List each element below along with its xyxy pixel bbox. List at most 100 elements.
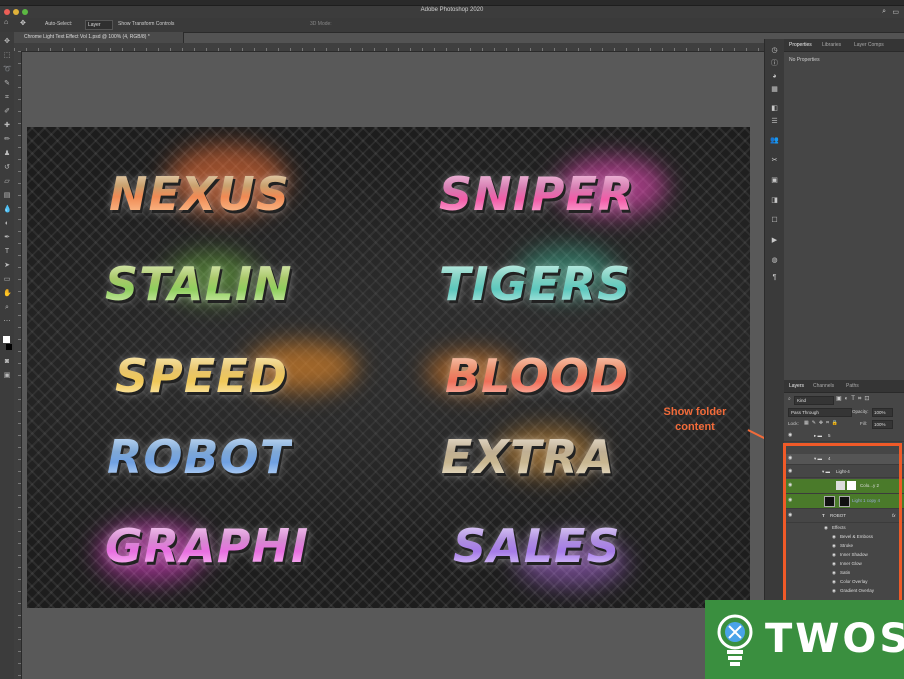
screen-mode-icon[interactable]: ▣ xyxy=(3,372,11,380)
people-icon[interactable]: 👥 xyxy=(770,137,779,145)
workspace-icon[interactable]: ▭ xyxy=(892,8,899,16)
foreground-color-swatch[interactable] xyxy=(3,336,10,343)
search-icon: ⌕ xyxy=(788,396,791,402)
zoom-icon[interactable]: ⌕ xyxy=(3,304,11,312)
chrome-text-robot: ROBOT xyxy=(107,430,293,484)
background-color-swatch[interactable] xyxy=(6,344,12,350)
layer-name: 5 xyxy=(828,433,831,438)
blend-mode-dropdown[interactable]: Pass Through xyxy=(788,408,852,417)
show-transform-controls-checkbox[interactable]: Show Transform Controls xyxy=(118,21,174,27)
home-icon[interactable]: ⌂ xyxy=(4,19,8,26)
document-canvas[interactable]: NEXUS SNIPER STALIN TIGERS SPEED BLOOD R… xyxy=(27,127,750,608)
tab-layers[interactable]: Layers xyxy=(789,383,804,389)
folder-highlight-box xyxy=(783,443,902,603)
clone-stamp-icon[interactable]: ♟ xyxy=(3,150,11,158)
chrome-text-sniper: SNIPER xyxy=(439,167,635,221)
chrome-text-extra: EXTRA xyxy=(441,430,616,484)
quick-select-icon[interactable]: ✎ xyxy=(3,80,11,88)
chrome-text-blood: BLOOD xyxy=(445,349,630,403)
horizontal-ruler[interactable] xyxy=(14,43,764,52)
lightbulb-logo-icon xyxy=(717,614,753,666)
properties-panel-tabs: Properties Libraries Layer Comps xyxy=(784,39,904,52)
hand-icon[interactable]: ✋ xyxy=(3,290,12,298)
brush-settings-icon[interactable]: ◍ xyxy=(770,257,779,265)
glyphs-icon[interactable]: ¶ xyxy=(770,274,779,282)
lock-icons[interactable]: ▦✎✥⌗🔒 xyxy=(804,420,841,426)
history-icon[interactable]: ◷ xyxy=(770,47,779,55)
title-bar: Adobe Photoshop 2020 ⌕ ▭ xyxy=(0,6,904,18)
layer-filter-dropdown[interactable]: Kind xyxy=(794,396,834,405)
actions-icon[interactable]: ☐ xyxy=(770,217,779,225)
path-select-icon[interactable]: ➤ xyxy=(3,262,11,270)
grid-icon[interactable]: ▣ xyxy=(770,177,779,185)
twos-brand-text: TWOS xyxy=(765,616,904,662)
blend-row: Pass Through Opacity: 100% xyxy=(784,407,904,418)
panel-icon-strip: ◷ ⓘ ◕ ▦ ◧ ☰ 👥 ✂ ▣ ◨ ☐ ▶ ◍ ¶ xyxy=(764,39,785,679)
layers-panel-tabs: Layers Channels Paths xyxy=(784,380,904,393)
3d-mode-label: 3D Mode: xyxy=(310,21,332,27)
chrome-text-graphi: GRAPHI xyxy=(105,519,310,573)
adjustments-icon[interactable]: ◧ xyxy=(770,105,779,113)
quick-mask-icon[interactable]: ◙ xyxy=(3,358,11,366)
more-tools-icon[interactable]: ⋯ xyxy=(3,318,11,326)
dodge-icon[interactable]: ◐ xyxy=(3,220,11,228)
sliders-icon[interactable]: ☰ xyxy=(770,118,779,126)
auto-select-checkbox-label[interactable]: Auto-Select: xyxy=(45,21,72,27)
options-bar: ⌂ ✥ Auto-Select: Layer Show Transform Co… xyxy=(0,18,904,33)
color-icon[interactable]: ◕ xyxy=(770,73,779,81)
chrome-text-sales: SALES xyxy=(453,519,621,573)
search-icon[interactable]: ⌕ xyxy=(882,8,886,16)
lock-row: Lock: ▦✎✥⌗🔒 Fill: 100% xyxy=(784,419,904,430)
tools-panel: ✥ ⬚ ➰ ✎ ⌗ ✐ ✚ ✏ ♟ ↺ ▱ ▤ 💧 ◐ ✒ T ➤ ▭ ✋ ⌕ … xyxy=(0,32,15,679)
filter-type-icons[interactable]: ▣◐T⌗⊡ xyxy=(836,395,872,403)
layer-style-icon[interactable]: ◨ xyxy=(770,197,779,205)
scissors-icon[interactable]: ✂ xyxy=(770,157,779,165)
crop-icon[interactable]: ⌗ xyxy=(3,94,11,102)
lock-label: Lock: xyxy=(788,421,799,426)
opacity-field[interactable]: 100% xyxy=(872,408,893,417)
show-folder-content-annotation: Show folder content xyxy=(645,405,745,435)
eraser-icon[interactable]: ▱ xyxy=(3,178,11,186)
move-icon[interactable]: ✥ xyxy=(3,38,11,46)
lasso-icon[interactable]: ➰ xyxy=(3,66,12,74)
chrome-text-speed: SPEED xyxy=(115,349,288,403)
type-icon[interactable]: T xyxy=(3,248,11,256)
gradient-icon[interactable]: ▤ xyxy=(3,192,11,200)
blur-icon[interactable]: 💧 xyxy=(3,206,12,214)
swatches-icon[interactable]: ▦ xyxy=(770,86,779,94)
chrome-text-tigers: TIGERS xyxy=(439,257,632,311)
brush-icon[interactable]: ✏ xyxy=(3,136,11,144)
info-icon[interactable]: ⓘ xyxy=(770,60,779,68)
layer-filter-row: ⌕ Kind ▣◐T⌗⊡ xyxy=(784,395,904,406)
pen-icon[interactable]: ✒ xyxy=(3,234,11,242)
history-brush-icon[interactable]: ↺ xyxy=(3,164,11,172)
tab-libraries[interactable]: Libraries xyxy=(822,42,841,48)
tab-layer-comps[interactable]: Layer Comps xyxy=(854,42,884,48)
fill-label: Fill: xyxy=(860,421,867,426)
vertical-ruler[interactable] xyxy=(14,51,22,679)
chrome-text-nexus: NEXUS xyxy=(109,167,290,221)
chrome-text-stalin: STALIN xyxy=(105,257,293,311)
annotation-line-1: Show folder xyxy=(663,406,727,418)
tab-channels[interactable]: Channels xyxy=(813,383,834,389)
shape-icon[interactable]: ▭ xyxy=(3,276,11,284)
eyedropper-icon[interactable]: ✐ xyxy=(3,108,11,116)
move-tool-icon[interactable]: ✥ xyxy=(20,19,26,27)
no-properties-text: No Properties xyxy=(789,57,820,63)
auto-select-dropdown[interactable]: Layer xyxy=(85,20,113,30)
window-title: Adobe Photoshop 2020 xyxy=(420,7,484,13)
tab-paths[interactable]: Paths xyxy=(846,383,859,389)
document-tab-label: Chrome Light Text Effect Vol 1.psd @ 100… xyxy=(24,34,150,40)
folder-icon: ▸ ▬ xyxy=(814,433,823,438)
layer-row[interactable]: ◉ ▸ ▬ 5 xyxy=(784,431,904,442)
marquee-icon[interactable]: ⬚ xyxy=(3,52,11,60)
tab-properties[interactable]: Properties xyxy=(789,42,812,48)
eye-icon[interactable]: ◉ xyxy=(788,433,793,438)
annotation-line-2: content xyxy=(675,421,715,433)
fill-field[interactable]: 100% xyxy=(872,420,893,429)
twos-watermark: TWOS xyxy=(705,600,904,679)
play-icon[interactable]: ▶ xyxy=(770,237,779,245)
document-tab[interactable]: Chrome Light Text Effect Vol 1.psd @ 100… xyxy=(14,32,184,43)
healing-brush-icon[interactable]: ✚ xyxy=(3,122,11,130)
opacity-label: Opacity: xyxy=(852,409,869,414)
